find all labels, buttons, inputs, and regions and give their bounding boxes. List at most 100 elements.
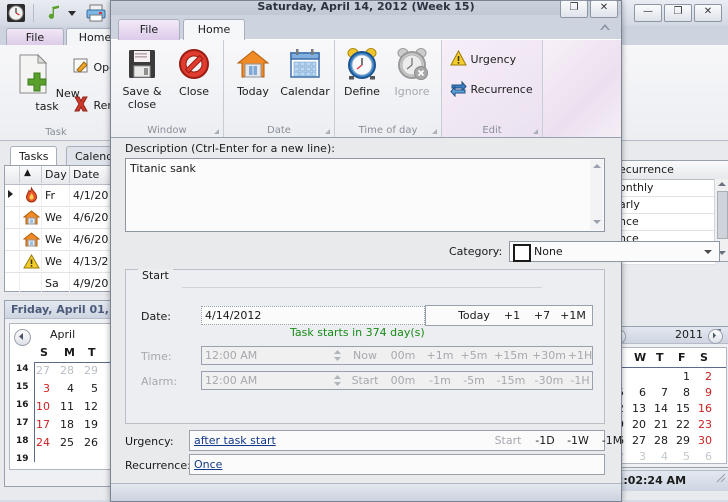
- save-and-close-button[interactable]: Save & close: [115, 46, 169, 111]
- alarm-quick-minus15m[interactable]: -15m: [492, 374, 530, 387]
- time-quick-plus5m[interactable]: +5m: [458, 349, 490, 362]
- chevron-down-icon[interactable]: [704, 250, 712, 254]
- calendar-day[interactable]: 6: [698, 450, 712, 463]
- calendar-button[interactable]: Calendar: [278, 46, 332, 98]
- calendar-day[interactable]: 12: [84, 400, 98, 413]
- calendar-day[interactable]: 24: [36, 436, 50, 449]
- ignore-button[interactable]: Ignore: [387, 46, 437, 98]
- scroll-up-icon[interactable]: [593, 164, 601, 168]
- time-quick-plus15m[interactable]: +15m: [492, 349, 530, 362]
- chevron-up-icon[interactable]: [597, 20, 613, 34]
- calendar-day[interactable]: 27: [632, 434, 646, 447]
- description-scrollbar[interactable]: [590, 160, 603, 230]
- column-day[interactable]: Day: [45, 168, 67, 181]
- spinner-icon[interactable]: [332, 373, 343, 391]
- right-month-next-icon[interactable]: [708, 329, 723, 344]
- alarm-quick-minus1h[interactable]: -1H: [566, 374, 594, 387]
- list-tab-tasks[interactable]: Tasks: [10, 146, 58, 166]
- ribbon-group-window-dialog-launcher[interactable]: [214, 129, 219, 134]
- time-quick-plus1m[interactable]: +1m: [424, 349, 456, 362]
- define-button[interactable]: Define: [337, 46, 387, 98]
- date-quick-plus1m[interactable]: +1M: [556, 309, 590, 322]
- date-quick-today[interactable]: Today: [454, 309, 494, 322]
- calendar-day[interactable]: 25: [60, 436, 74, 449]
- calendar-day[interactable]: 16: [698, 402, 712, 415]
- urgency-button[interactable]: Urgency: [450, 49, 516, 67]
- today-button[interactable]: Today: [228, 46, 278, 98]
- clock-icon[interactable]: [6, 3, 26, 23]
- alarm-input[interactable]: 12:00 AM Start 00m -1m -5m -15m -30m -1H: [201, 371, 593, 390]
- calendar-day[interactable]: 11: [60, 400, 74, 413]
- calendar-day[interactable]: 22: [676, 418, 690, 431]
- calendar-day[interactable]: 9: [698, 386, 712, 399]
- list-item[interactable]: nce: [615, 214, 715, 231]
- calendar-day[interactable]: 5: [84, 382, 98, 395]
- alarm-quick-00m[interactable]: 00m: [386, 374, 420, 387]
- spinner-icon[interactable]: [332, 348, 343, 366]
- calendar-day[interactable]: 3: [36, 382, 50, 395]
- dialog-close-button[interactable]: ✕: [590, 0, 618, 18]
- calendar-day[interactable]: 28: [654, 434, 668, 447]
- list-item[interactable]: arly: [615, 197, 715, 214]
- urgency-quick-start[interactable]: Start: [490, 434, 526, 447]
- calendar-day[interactable]: 5: [676, 450, 690, 463]
- calendar-day[interactable]: 18: [60, 418, 74, 431]
- calendar-day[interactable]: 6: [632, 386, 646, 399]
- calendar-day[interactable]: 30: [698, 434, 712, 447]
- time-quick-now[interactable]: Now: [348, 349, 382, 362]
- time-quick-00m[interactable]: 00m: [386, 349, 420, 362]
- main-close-button[interactable]: ✕: [694, 4, 722, 22]
- music-note-icon[interactable]: [44, 3, 64, 23]
- ribbon-group-date-dialog-launcher[interactable]: [325, 129, 330, 134]
- alarm-quick-minus5m[interactable]: -5m: [458, 374, 490, 387]
- main-maximize-button[interactable]: ❐: [664, 4, 692, 22]
- chevron-down-icon[interactable]: [62, 3, 82, 23]
- alarm-quick-minus1m[interactable]: -1m: [424, 374, 456, 387]
- recurrence-column-header[interactable]: ecurrence: [615, 161, 728, 180]
- alarm-quick-start[interactable]: Start: [348, 374, 382, 387]
- time-input[interactable]: 12:00 AM Now 00m +1m +5m +15m +30m +1H: [201, 346, 593, 365]
- calendar-day[interactable]: 15: [676, 402, 690, 415]
- dialog-tab-home[interactable]: Home: [183, 19, 245, 41]
- calendar-day[interactable]: 14: [654, 402, 668, 415]
- calendar-day[interactable]: 1: [676, 370, 690, 383]
- calendar-day[interactable]: 26: [84, 436, 98, 449]
- close-button[interactable]: Close: [169, 46, 219, 98]
- calendar-day[interactable]: 2: [698, 370, 712, 383]
- urgency-quick-minus1m[interactable]: -1M: [596, 434, 628, 447]
- date-quick-plus1[interactable]: +1: [498, 309, 526, 322]
- time-quick-plus1h[interactable]: +1H: [566, 349, 594, 362]
- description-input[interactable]: Titanic sank: [125, 158, 605, 232]
- column-date[interactable]: Date: [73, 168, 99, 181]
- printer-icon[interactable]: [85, 3, 106, 23]
- urgency-field[interactable]: after task start Start -1D -1W -1M: [189, 430, 622, 451]
- scroll-up-icon[interactable]: [718, 182, 726, 186]
- urgency-quick-minus1d[interactable]: -1D: [530, 434, 560, 447]
- calendar-day[interactable]: 3: [632, 450, 646, 463]
- main-minimize-button[interactable]: —: [634, 4, 662, 22]
- sort-indicator-icon[interactable]: ▲: [24, 168, 31, 178]
- calendar-day[interactable]: 4: [654, 450, 668, 463]
- category-combobox[interactable]: None: [509, 241, 720, 262]
- calendar-day[interactable]: 10: [36, 400, 50, 413]
- list-item[interactable]: onthly: [615, 180, 715, 197]
- calendar-day[interactable]: 27: [36, 364, 50, 377]
- alarm-quick-minus30m[interactable]: -30m: [530, 374, 568, 387]
- calendar-day[interactable]: 13: [632, 402, 646, 415]
- calendar-day[interactable]: 8: [676, 386, 690, 399]
- ribbon-group-edit-dialog-launcher[interactable]: [533, 129, 538, 134]
- calendar-day[interactable]: 29: [84, 364, 98, 377]
- resize-grip-icon[interactable]: [714, 470, 726, 490]
- recurrence-field[interactable]: Once: [189, 454, 605, 475]
- date-quick-plus7[interactable]: +7: [528, 309, 556, 322]
- calendar-day[interactable]: 23: [698, 418, 712, 431]
- recurrence-button[interactable]: Recurrence: [450, 80, 533, 98]
- calendar-day[interactable]: 20: [632, 418, 646, 431]
- calendar-day[interactable]: 7: [654, 386, 668, 399]
- dialog-maximize-button[interactable]: ❐: [560, 0, 588, 18]
- left-arrow-icon[interactable]: [14, 329, 31, 346]
- date-input[interactable]: 4/14/2012: [201, 306, 425, 325]
- recurrence-value[interactable]: Once: [194, 458, 222, 471]
- calendar-day[interactable]: 29: [676, 434, 690, 447]
- calendar-day[interactable]: 19: [84, 418, 98, 431]
